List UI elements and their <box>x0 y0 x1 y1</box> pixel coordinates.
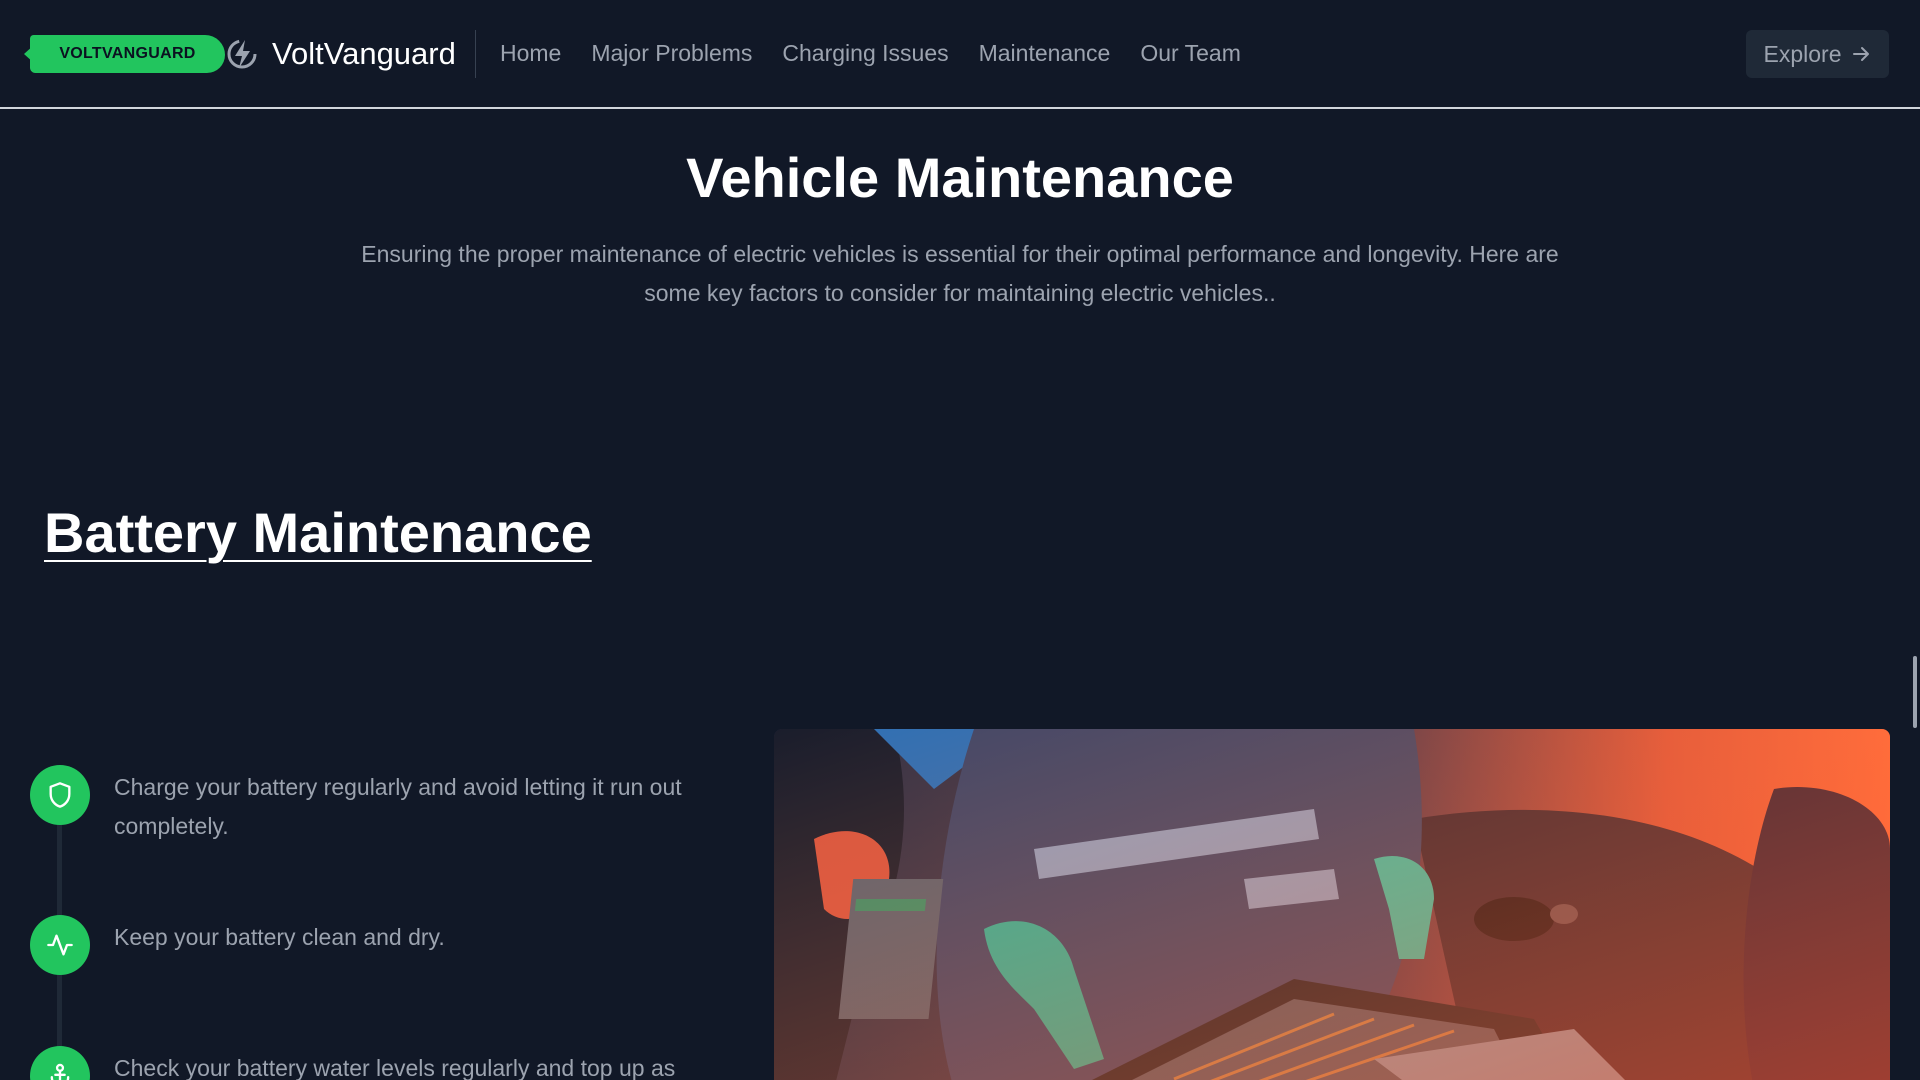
top-navbar: VOLTVANGUARD VoltVanguard Home Major Pro… <box>0 0 1920 109</box>
activity-icon <box>47 934 73 956</box>
nav-our-team[interactable]: Our Team <box>1140 40 1241 67</box>
brand-name[interactable]: VoltVanguard <box>272 36 456 72</box>
step-text: Check your battery water levels regularl… <box>114 1055 676 1080</box>
page-intro: Ensuring the proper maintenance of elect… <box>361 241 1559 306</box>
step-text: Keep your battery clean and dry. <box>114 924 445 950</box>
step-icon-badge <box>30 1046 90 1080</box>
nav-maintenance[interactable]: Maintenance <box>979 40 1111 67</box>
page: VOLTVANGUARD VoltVanguard Home Major Pro… <box>0 0 1920 1080</box>
page-title: Vehicle Maintenance <box>686 146 1234 209</box>
explore-label: Explore <box>1763 40 1842 67</box>
brand-badge-text: VOLTVANGUARD <box>59 45 196 62</box>
nav-major-problems[interactable]: Major Problems <box>591 40 752 67</box>
nav-charging-issues[interactable]: Charging Issues <box>782 40 948 67</box>
nav-home[interactable]: Home <box>500 40 561 67</box>
brand-badge[interactable]: VOLTVANGUARD <box>30 35 225 73</box>
anchor-icon <box>50 1063 70 1080</box>
step-icon-badge <box>30 765 90 825</box>
explore-button[interactable]: Explore <box>1746 30 1889 78</box>
arrow-right-icon <box>1853 47 1870 61</box>
lightning-bolt-icon <box>227 39 257 69</box>
shield-icon <box>49 782 71 808</box>
step-icon-badge <box>30 915 90 975</box>
page-scrollbar-thumb[interactable] <box>1913 656 1917 728</box>
nav-divider <box>475 30 476 78</box>
photo-illustration <box>774 729 1890 1080</box>
battery-section-title[interactable]: Battery Maintenance <box>44 500 592 565</box>
main-nav: Home Major Problems Charging Issues Main… <box>500 40 1241 67</box>
battery-maintenance-photo <box>774 729 1890 1080</box>
step-text: Charge your battery regularly and avoid … <box>114 774 682 839</box>
